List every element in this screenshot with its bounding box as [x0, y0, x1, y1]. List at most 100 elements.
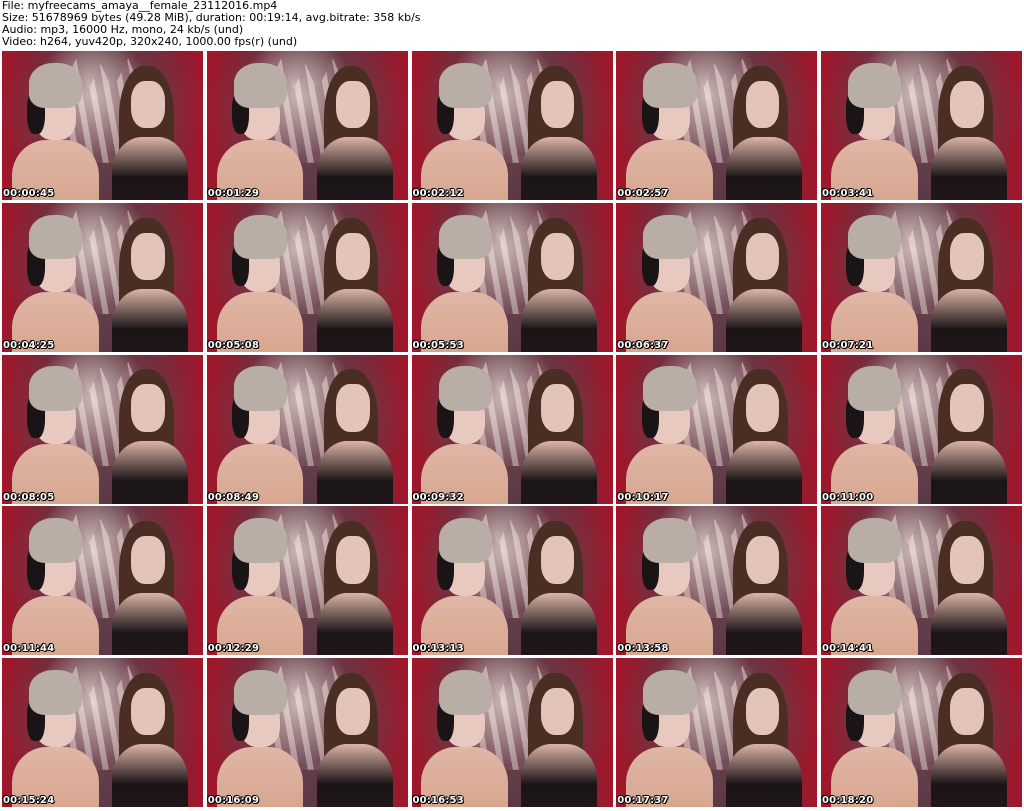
video-thumbnail: 00:02:57 — [616, 51, 818, 200]
person-left — [622, 669, 718, 807]
thumbnail-timestamp: 00:05:08 — [207, 339, 260, 351]
person-left — [622, 518, 718, 656]
person-left — [418, 669, 514, 807]
thumbnail-timestamp: 00:02:12 — [412, 188, 464, 199]
video-thumbnail: 00:00:45 — [2, 51, 203, 200]
person-left — [8, 62, 104, 200]
thumbnail-timestamp: 00:14:41 — [822, 643, 874, 655]
video-thumbnail: 00:18:20 — [821, 658, 1022, 807]
video-thumbnail: 00:07:21 — [821, 202, 1022, 352]
person-left — [213, 366, 309, 504]
person-left — [8, 669, 104, 807]
person-left — [827, 366, 923, 504]
video-thumbnail: 00:10:17 — [616, 354, 818, 504]
thumbnail-timestamp: 00:00:45 — [3, 188, 55, 199]
thumbnail-timestamp: 00:08:49 — [207, 491, 260, 503]
person-left — [827, 518, 923, 656]
video-info-line: Video: h264, yuv420p, 320x240, 1000.00 f… — [2, 35, 298, 48]
video-thumbnail: 00:13:58 — [616, 506, 818, 656]
person-right — [721, 672, 809, 807]
person-right — [107, 521, 195, 656]
person-left — [213, 62, 309, 200]
thumbnail-timestamp: 00:13:58 — [617, 643, 669, 655]
person-left — [622, 366, 718, 504]
person-right — [311, 65, 399, 200]
video-thumbnail: 00:06:37 — [616, 202, 818, 352]
person-right — [516, 521, 604, 656]
person-right — [516, 369, 604, 504]
thumbnail-timestamp: 00:09:32 — [412, 491, 464, 503]
person-left — [213, 518, 309, 656]
video-thumbnail: 00:02:12 — [411, 51, 613, 200]
thumbnail-timestamp: 00:07:21 — [822, 339, 874, 351]
person-right — [926, 369, 1014, 504]
person-right — [107, 369, 195, 504]
person-left — [418, 214, 514, 352]
video-thumbnail: 00:01:29 — [206, 51, 408, 200]
thumbnail-timestamp: 00:05:53 — [412, 339, 464, 351]
thumbnail-timestamp: 00:15:24 — [3, 795, 55, 806]
video-thumbnail: 00:05:53 — [411, 202, 613, 352]
thumbnail-timestamp: 00:06:37 — [617, 339, 669, 351]
thumbnail-timestamp: 00:12:29 — [207, 643, 260, 655]
person-left — [213, 669, 309, 807]
person-right — [926, 672, 1014, 807]
person-left — [418, 62, 514, 200]
person-right — [516, 65, 604, 200]
thumbnail-timestamp: 00:13:13 — [412, 643, 464, 655]
video-thumbnail: 00:08:05 — [2, 354, 203, 504]
person-right — [107, 217, 195, 352]
video-thumbnail: 00:11:44 — [2, 506, 203, 656]
video-thumbnail: 00:16:09 — [206, 658, 408, 807]
person-right — [516, 217, 604, 352]
thumbnail-timestamp: 00:02:57 — [617, 188, 669, 199]
video-thumbnail: 00:16:53 — [411, 658, 613, 807]
person-right — [721, 369, 809, 504]
person-left — [418, 366, 514, 504]
thumbnail-timestamp: 00:16:09 — [207, 795, 260, 806]
person-right — [107, 65, 195, 200]
video-thumbnail: 00:14:41 — [821, 506, 1022, 656]
video-thumbnail: 00:08:49 — [206, 354, 408, 504]
video-thumbnail: 00:15:24 — [2, 658, 203, 807]
thumbnail-timestamp: 00:03:41 — [822, 188, 874, 199]
thumbnail-timestamp: 00:17:37 — [617, 795, 669, 806]
person-left — [8, 214, 104, 352]
person-left — [418, 518, 514, 656]
thumbnail-timestamp: 00:01:29 — [207, 188, 260, 199]
video-thumbnail: 00:12:29 — [206, 506, 408, 656]
thumbnail-timestamp: 00:08:05 — [3, 491, 55, 503]
person-right — [311, 369, 399, 504]
person-right — [926, 521, 1014, 656]
thumbnail-timestamp: 00:16:53 — [412, 795, 464, 806]
person-left — [622, 214, 718, 352]
person-right — [107, 672, 195, 807]
person-left — [622, 62, 718, 200]
video-thumbnail: 00:17:37 — [616, 658, 818, 807]
file-info-header: File: myfreecams_amaya__female_23112016.… — [2, 0, 1022, 48]
video-thumbnail: 00:09:32 — [411, 354, 613, 504]
thumbnail-timestamp: 00:04:25 — [3, 339, 55, 351]
person-right — [926, 65, 1014, 200]
person-left — [213, 214, 309, 352]
person-right — [311, 672, 399, 807]
thumbnail-timestamp: 00:11:00 — [822, 491, 874, 503]
person-right — [721, 65, 809, 200]
person-right — [516, 672, 604, 807]
video-thumbnail: 00:04:25 — [2, 202, 203, 352]
thumbnail-timestamp: 00:10:17 — [617, 491, 669, 503]
person-left — [827, 62, 923, 200]
thumbnail-timestamp: 00:18:20 — [822, 795, 874, 806]
thumbnail-timestamp: 00:11:44 — [3, 643, 55, 655]
person-left — [8, 518, 104, 656]
video-thumbnail: 00:13:13 — [411, 506, 613, 656]
person-right — [721, 521, 809, 656]
video-thumbnail: 00:03:41 — [821, 51, 1022, 200]
video-thumbnail: 00:11:00 — [821, 354, 1022, 504]
thumbnail-grid: 00:00:45 00:01:29 00:02:12 00:02:57 00:03:41… — [2, 51, 1022, 807]
person-left — [8, 366, 104, 504]
person-right — [926, 217, 1014, 352]
person-left — [827, 669, 923, 807]
video-thumbnail: 00:05:08 — [206, 202, 408, 352]
person-right — [721, 217, 809, 352]
